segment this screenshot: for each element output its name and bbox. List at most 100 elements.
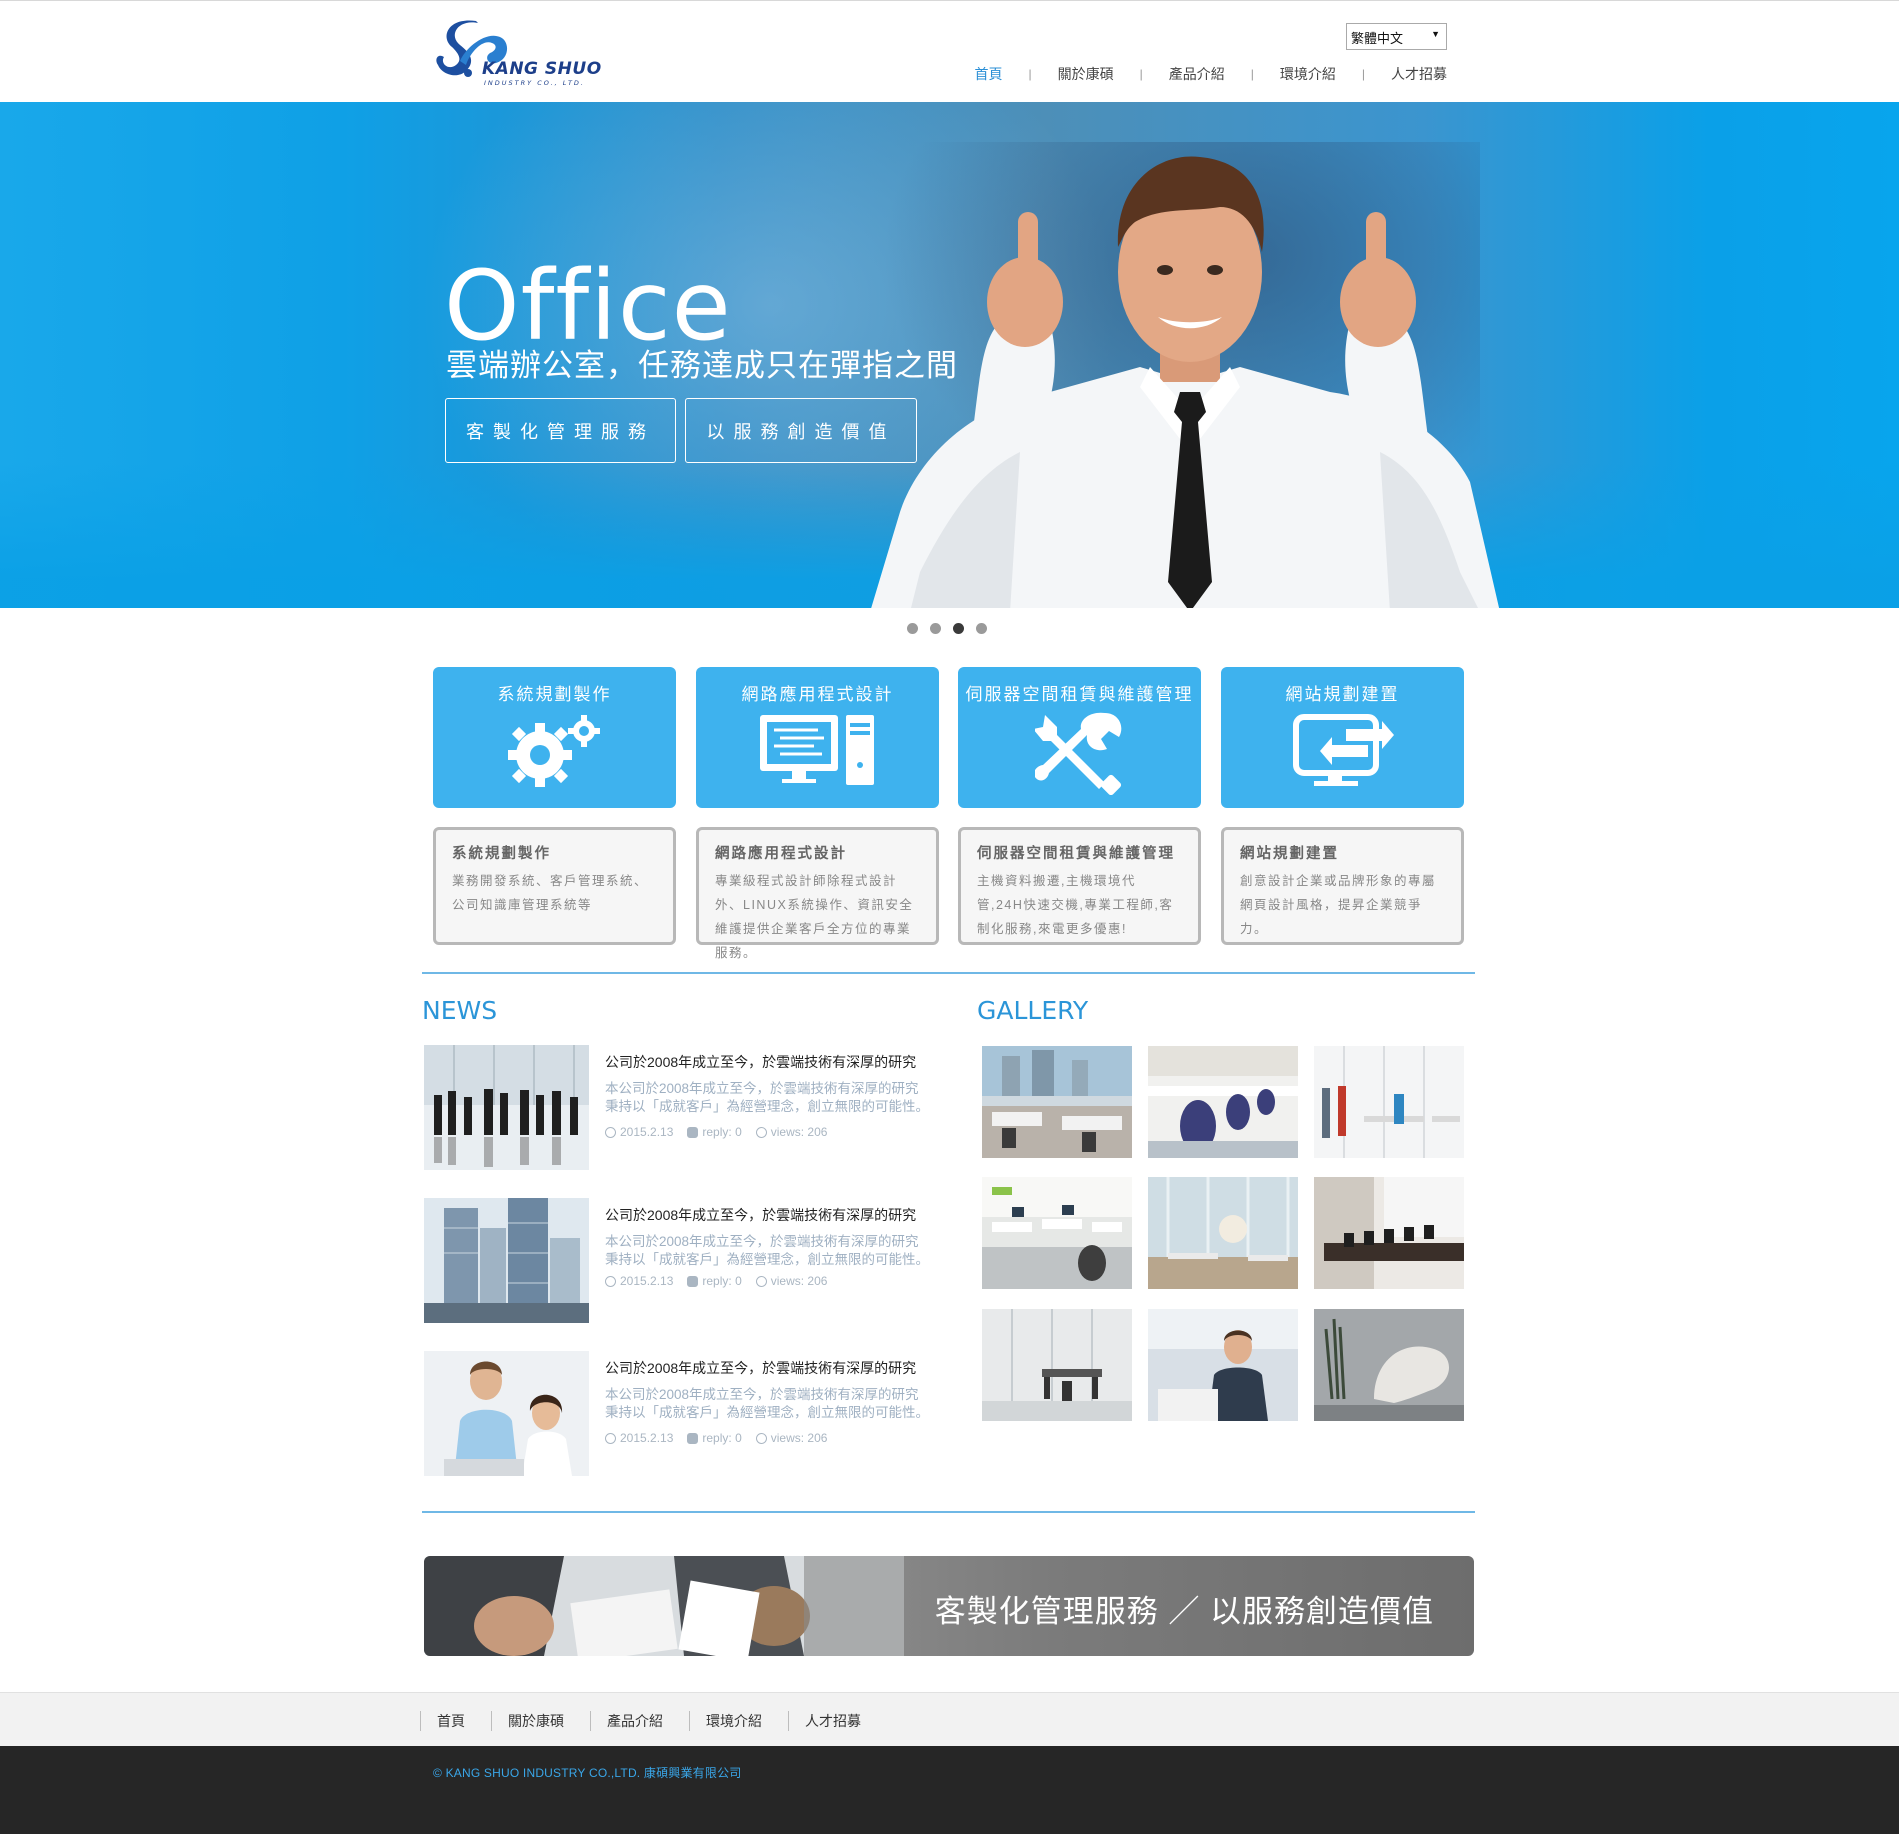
section-divider	[422, 1511, 1475, 1513]
copyright-text: © KANG SHUO INDUSTRY CO.,LTD. 康碩興業有限公司	[433, 1766, 742, 1780]
news-thumbnail-business-people	[424, 1045, 589, 1170]
hero-banner: Office 雲端辦公室，任務達成只在彈指之間 客製化管理服務 以服務創造價值	[0, 102, 1899, 608]
service-tile-label: 伺服器空間租賃與維護管理	[965, 685, 1194, 704]
custom-management-button[interactable]: 客製化管理服務	[445, 398, 676, 463]
nav-about[interactable]: 關於康碩	[1058, 64, 1114, 84]
gallery-image-white-chair[interactable]	[1314, 1309, 1464, 1421]
slider-dots	[907, 623, 999, 634]
service-card-description: 創意設計企業或品牌形象的專屬網頁設計風格，提昇企業競爭力。	[1240, 874, 1437, 936]
eye-icon	[755, 1275, 767, 1287]
eye-icon	[755, 1126, 767, 1138]
gears-icon	[507, 715, 600, 787]
news-views: views: 206	[755, 1125, 828, 1139]
service-card-server-rental: 伺服器空間租賃與維護管理 主機資料搬遷,主機環境代管,24H快速交機,專業工程師…	[958, 827, 1201, 945]
nav-careers[interactable]: 人才招募	[1391, 64, 1447, 84]
service-card-title: 伺服器空間租賃與維護管理	[977, 846, 1175, 862]
comment-icon	[687, 1275, 699, 1287]
news-excerpt: 本公司於2008年成立至今，於雲端技術有深厚的研究 秉持以「成就客戶」為經營理念…	[605, 1386, 945, 1422]
logo-text: KANG SHUO	[482, 59, 602, 79]
promo-banner[interactable]: 客製化管理服務 ／ 以服務創造價值	[424, 1556, 1474, 1656]
footer-link-about[interactable]: 關於康碩	[491, 1711, 590, 1731]
news-reply-text: reply: 0	[702, 1274, 742, 1288]
service-tile-label: 系統規劃製作	[497, 685, 612, 704]
slider-dot[interactable]	[930, 623, 941, 634]
businessman-thumbs-up-image	[871, 156, 1500, 608]
news-excerpt: 本公司於2008年成立至今，於雲端技術有深厚的研究 秉持以「成就客戶」為經營理念…	[605, 1080, 945, 1116]
footer-link-home[interactable]: 首頁	[420, 1711, 491, 1731]
language-value: 繁體中文	[1351, 31, 1404, 46]
tools-icon	[1034, 712, 1121, 795]
gallery-image-conference-room[interactable]	[1314, 1177, 1464, 1289]
service-card-title: 系統規劃製作	[452, 846, 551, 862]
service-card-description: 業務開發系統、客戶管理系統、公司知識庫管理系統等	[452, 874, 649, 912]
site-header: KANG SHUO INDUSTRY CO., LTD. 繁體中文 ▼ 首頁 |…	[0, 1, 1899, 102]
slider-dot[interactable]	[976, 623, 987, 634]
news-headline[interactable]: 公司於2008年成立至今，於雲端技術有深厚的研究	[605, 1205, 916, 1225]
main-nav: 首頁 | 關於康碩 | 產品介紹 | 環境介紹 | 人才招募	[975, 64, 1448, 84]
news-views-text: views: 206	[770, 1125, 828, 1139]
gallery-image-glass-office[interactable]	[982, 1309, 1132, 1421]
nav-separator: |	[1028, 67, 1032, 81]
nav-home[interactable]: 首頁	[975, 64, 1003, 84]
gallery-image-blue-chairs[interactable]	[1148, 1046, 1298, 1158]
service-card-web-app: 網路應用程式設計 專業級程式設計師除程式設計外、LINUX系統操作、資訊安全維護…	[696, 827, 939, 960]
service-card-system-planning: 系統規劃製作 業務開發系統、客戶管理系統、公司知識庫管理系統等	[433, 827, 676, 945]
comment-icon	[687, 1432, 699, 1444]
news-section-title: NEWS	[422, 996, 498, 1025]
news-date-text: 2015.2.13	[620, 1125, 674, 1139]
comment-icon	[687, 1126, 699, 1138]
gallery-image-office-desks[interactable]	[982, 1046, 1132, 1158]
nav-products[interactable]: 產品介紹	[1169, 64, 1225, 84]
nav-separator: |	[1361, 67, 1365, 81]
news-item[interactable]: 公司於2008年成立至今，於雲端技術有深厚的研究 本公司於2008年成立至今，於…	[422, 1045, 942, 1171]
news-date: 2015.2.13	[605, 1274, 673, 1288]
news-item[interactable]: 公司於2008年成立至今，於雲端技術有深厚的研究 本公司於2008年成立至今，於…	[422, 1198, 942, 1324]
news-views-text: views: 206	[770, 1274, 828, 1288]
nav-separator: |	[1139, 67, 1143, 81]
service-tile-system-planning[interactable]: 系統規劃製作	[433, 667, 676, 808]
news-views: views: 206	[755, 1274, 828, 1288]
footer-link-careers[interactable]: 人才招募	[788, 1711, 887, 1731]
footer-bottom: © KANG SHUO INDUSTRY CO.,LTD. 康碩興業有限公司	[0, 1746, 1899, 1834]
news-meta: 2015.2.13 reply: 0 views: 206	[605, 1125, 841, 1139]
news-item[interactable]: 公司於2008年成立至今，於雲端技術有深厚的研究 本公司於2008年成立至今，於…	[422, 1351, 942, 1477]
news-excerpt-line: 本公司於2008年成立至今，於雲端技術有深厚的研究	[605, 1234, 919, 1249]
service-card-description: 主機資料搬遷,主機環境代管,24H快速交機,專業工程師,客制化服務,來電更多優惠…	[977, 874, 1174, 936]
service-card-description: 專業級程式設計師除程式設計外、LINUX系統操作、資訊安全維護提供企業客戶全方位…	[715, 874, 914, 960]
computer-icon	[759, 715, 874, 785]
slider-dot[interactable]	[907, 623, 918, 634]
service-tile-server-rental[interactable]: 伺服器空間租賃與維護管理	[958, 667, 1201, 808]
news-views: views: 206	[755, 1431, 827, 1445]
gallery-image-lounge-window[interactable]	[1148, 1177, 1298, 1289]
news-headline[interactable]: 公司於2008年成立至今，於雲端技術有深厚的研究	[605, 1358, 916, 1378]
footer-nav-bar: 首頁 關於康碩 產品介紹 環境介紹 人才招募	[0, 1692, 1899, 1746]
service-value-button[interactable]: 以服務創造價值	[685, 398, 917, 463]
eye-icon	[755, 1432, 767, 1444]
news-replies: reply: 0	[687, 1431, 742, 1445]
dropdown-arrow-icon: ▼	[1431, 29, 1440, 39]
footer-link-products[interactable]: 產品介紹	[590, 1711, 689, 1731]
clock-icon	[605, 1126, 616, 1138]
news-thumbnail-office-women	[424, 1351, 589, 1476]
news-excerpt-line: 秉持以「成就客戶」為經營理念，創立無限的可能性。	[605, 1099, 929, 1114]
news-headline[interactable]: 公司於2008年成立至今，於雲端技術有深厚的研究	[605, 1052, 916, 1072]
gallery-image-meeting-people[interactable]	[1314, 1046, 1464, 1158]
news-excerpt-line: 秉持以「成就客戶」為經營理念，創立無限的可能性。	[605, 1252, 929, 1267]
gallery-image-businessmen[interactable]	[1148, 1309, 1298, 1421]
news-replies: reply: 0	[687, 1274, 742, 1288]
footer-link-environment[interactable]: 環境介紹	[689, 1711, 788, 1731]
service-tile-web-app[interactable]: 網路應用程式設計	[696, 667, 939, 808]
monitor-arrows-icon	[1292, 714, 1394, 786]
gallery-image-open-office[interactable]	[982, 1177, 1132, 1289]
service-tile-label: 網路應用程式設計	[741, 685, 894, 704]
service-tile-website-build[interactable]: 網站規劃建置	[1221, 667, 1464, 808]
news-replies: reply: 0	[687, 1125, 742, 1139]
service-card-title: 網站規劃建置	[1240, 846, 1339, 862]
nav-environment[interactable]: 環境介紹	[1280, 64, 1336, 84]
news-date: 2015.2.13	[605, 1431, 673, 1445]
banner-text: 客製化管理服務 ／ 以服務創造價值	[934, 1594, 1434, 1629]
slider-dot-active[interactable]	[953, 623, 964, 634]
language-select[interactable]: 繁體中文 ▼	[1346, 23, 1447, 50]
news-thumbnail-skyscrapers	[424, 1198, 589, 1323]
service-card-website-build: 網站規劃建置 創意設計企業或品牌形象的專屬網頁設計風格，提昇企業競爭力。	[1221, 827, 1464, 945]
